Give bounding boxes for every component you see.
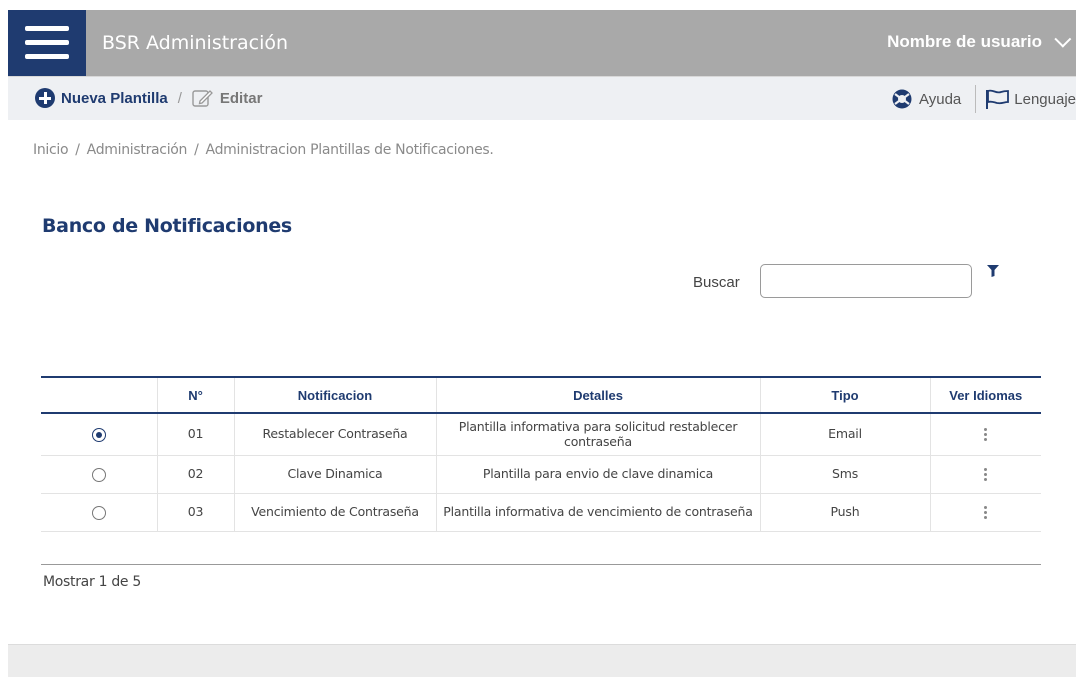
table-row[interactable]: 02 Clave Dinamica Plantilla para envio d… [41, 455, 1041, 494]
more-options-icon[interactable] [976, 502, 995, 523]
top-header: BSR Administración Nombre de usuario [8, 10, 1076, 76]
column-header-detalles[interactable]: Detalles [436, 377, 761, 413]
row-detalles: Plantilla informativa para solicitud res… [436, 413, 761, 456]
page-title: Banco de Notificaciones [42, 215, 292, 237]
row-tipo: Email [760, 413, 931, 456]
breadcrumb-item-administracion[interactable]: Administración [87, 142, 188, 158]
language-button[interactable]: Lenguaje [976, 88, 1076, 110]
column-header-tipo[interactable]: Tipo [760, 377, 931, 413]
new-template-label: Nueva Plantilla [61, 89, 168, 107]
breadcrumb-item-current: Administracion Plantillas de Notificacio… [205, 142, 494, 158]
row-radio-button[interactable] [91, 467, 106, 482]
plus-circle-icon [35, 88, 55, 108]
row-notificacion: Vencimiento de Contraseña [234, 493, 437, 532]
row-tipo: Push [760, 493, 931, 532]
more-options-icon[interactable] [976, 464, 995, 485]
row-number: 03 [157, 493, 235, 532]
flag-icon [986, 89, 1010, 109]
column-header-notificacion[interactable]: Notificacion [234, 377, 437, 413]
breadcrumb-separator: / [75, 142, 80, 158]
more-options-icon[interactable] [976, 424, 995, 445]
edit-label: Editar [219, 89, 263, 107]
column-header-ver-idiomas: Ver Idiomas [949, 387, 1023, 403]
user-menu[interactable]: Nombre de usuario [887, 30, 1072, 52]
app-title: BSR Administración [102, 32, 289, 54]
help-label: Ayuda [919, 90, 962, 108]
breadcrumb-item-inicio[interactable]: Inicio [33, 142, 69, 158]
new-template-button[interactable]: Nueva Plantilla [35, 88, 168, 108]
search-label: Buscar [693, 274, 740, 291]
page-footer [8, 644, 1076, 677]
chevron-down-icon [1054, 30, 1072, 48]
notifications-table: N° Notificacion Detalles Tipo Ver Idioma… [41, 376, 1041, 532]
row-detalles: Plantilla informativa de vencimiento de … [436, 493, 761, 532]
row-notificacion: Restablecer Contraseña [234, 413, 437, 456]
row-radio-button[interactable] [91, 505, 106, 520]
user-menu-label: Nombre de usuario [887, 32, 1042, 51]
column-header-select [41, 377, 158, 413]
lifebuoy-icon [892, 89, 912, 109]
table-header-row: N° Notificacion Detalles Tipo Ver Idioma… [41, 377, 1041, 413]
row-detalles: Plantilla para envio de clave dinamica [436, 455, 761, 494]
action-bar: Nueva Plantilla / Editar Ayuda Lenguaje [8, 76, 1076, 120]
row-number: 02 [157, 455, 235, 494]
action-separator: / [177, 89, 182, 107]
breadcrumb-separator: / [194, 142, 199, 158]
column-header-number[interactable]: N° [157, 377, 235, 413]
help-button[interactable]: Ayuda [891, 85, 977, 113]
search-input[interactable] [760, 264, 972, 298]
filter-icon[interactable] [987, 265, 999, 277]
row-radio-button[interactable] [91, 427, 106, 442]
hamburger-menu-icon[interactable] [8, 10, 86, 76]
breadcrumb: Inicio / Administración / Administracion Pla… [33, 142, 494, 158]
table-row[interactable]: 01 Restablecer Contraseña Plantilla info… [41, 413, 1041, 456]
table-divider [41, 564, 1041, 565]
language-label: Lenguaje [1014, 90, 1076, 108]
table-row[interactable]: 03 Vencimiento de Contraseña Plantilla i… [41, 493, 1041, 532]
pagination-info: Mostrar 1 de 5 [43, 574, 141, 590]
row-tipo: Sms [760, 455, 931, 494]
edit-button[interactable]: Editar [192, 88, 263, 108]
row-number: 01 [157, 413, 235, 456]
row-notificacion: Clave Dinamica [234, 455, 437, 494]
edit-icon [192, 90, 213, 107]
